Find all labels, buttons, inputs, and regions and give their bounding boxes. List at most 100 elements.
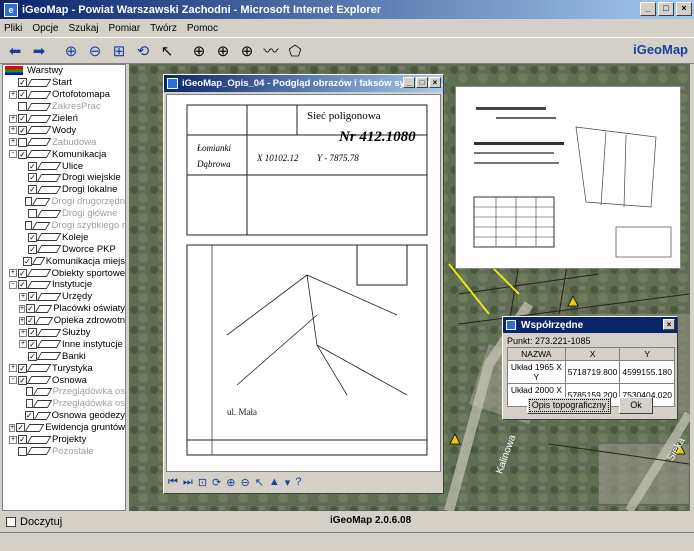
page-select-icon[interactable]: ▾ — [285, 476, 291, 489]
layer-item[interactable]: + ✓ Ortofotomapa — [3, 89, 125, 101]
layer-item[interactable]: Drogi drugorzędn — [3, 196, 125, 208]
layer-item[interactable]: + ✓ Zieleń — [3, 113, 125, 125]
layer-item[interactable]: + ✓ Opieka zdrowotn — [3, 315, 125, 327]
zoom-previous-icon[interactable]: ⟲ — [132, 40, 154, 62]
layer-checkbox[interactable]: ✓ — [28, 328, 37, 338]
pan-icon[interactable]: ↖ — [255, 476, 264, 489]
flip-icon[interactable]: ▲ — [269, 476, 280, 488]
layer-checkbox[interactable]: ✓ — [26, 304, 35, 314]
layer-item[interactable]: + ✓ Projekty — [3, 434, 125, 446]
coordinates-close-button[interactable]: × — [663, 319, 675, 330]
menu-item-pomiar[interactable]: Pomiar — [108, 23, 140, 34]
layer-item[interactable]: + ✓ Wody — [3, 124, 125, 136]
layer-checkbox[interactable]: ✓ — [16, 423, 26, 433]
zoom-in-icon[interactable]: ⊕ — [226, 476, 235, 489]
menu-item-pomoc[interactable]: Pomoc — [187, 23, 218, 34]
layer-item[interactable]: + ✓ Urzędy — [3, 291, 125, 303]
layer-item[interactable]: - ✓ Osnowa — [3, 374, 125, 386]
layer-checkbox[interactable]: ✓ — [28, 292, 37, 302]
layer-item[interactable]: ✓ Osnowa geodezy — [3, 410, 125, 422]
photo-maximize-button[interactable]: □ — [416, 77, 428, 88]
opis-topograficzny-button[interactable]: Opis topograficzny — [527, 397, 611, 414]
layer-checkbox[interactable] — [28, 209, 37, 219]
layer-item[interactable]: ✓ Ulice — [3, 160, 125, 172]
layer-checkbox[interactable]: ✓ — [28, 185, 37, 195]
fit-icon[interactable]: ⊡ — [198, 476, 207, 489]
layer-expand-toggle[interactable]: + — [9, 138, 17, 147]
layer-item[interactable]: ✓ Drogi lokalne — [3, 184, 125, 196]
layer-item[interactable]: + ✓ Ewidencja gruntów — [3, 422, 125, 434]
zoom-out-icon[interactable]: ⊖ — [84, 40, 106, 62]
back-arrow-icon[interactable]: ⬅ — [4, 40, 26, 62]
layer-expand-toggle[interactable]: - — [9, 150, 17, 159]
measure-point-icon[interactable]: ⊕ — [188, 40, 210, 62]
scanned-document-view[interactable]: ul. Mała Sieć poligonowa Nr 412.1080 Łom… — [166, 94, 441, 472]
layer-expand-toggle[interactable]: + — [19, 316, 26, 325]
layer-expand-toggle[interactable]: + — [19, 328, 27, 337]
layer-item[interactable]: Warstwy — [3, 65, 125, 77]
layer-expand-toggle[interactable]: + — [9, 126, 17, 135]
ok-button[interactable]: Ok — [619, 397, 653, 414]
photo-minimize-button[interactable]: _ — [403, 77, 415, 88]
layer-expand-toggle[interactable]: + — [9, 90, 17, 99]
layer-item[interactable]: ZakresPrac — [3, 101, 125, 113]
layer-checkbox[interactable]: ✓ — [23, 256, 32, 266]
layer-item[interactable]: + ✓ Służby — [3, 327, 125, 339]
layer-expand-toggle[interactable]: + — [19, 304, 26, 313]
layer-item[interactable]: ✓ Start — [3, 77, 125, 89]
photo-close-button[interactable]: × — [429, 77, 441, 88]
layer-item[interactable]: ✓ Koleje — [3, 231, 125, 243]
zoom-extent-icon[interactable]: ⊞ — [108, 40, 130, 62]
layer-checkbox[interactable] — [18, 102, 27, 112]
layer-checkbox[interactable]: ✓ — [18, 435, 27, 445]
map-document-thumbnail[interactable] — [455, 86, 681, 269]
layer-item[interactable]: Przeglądówka os — [3, 398, 125, 410]
layer-item[interactable]: ✓ Dworce PKP — [3, 243, 125, 255]
layer-item[interactable]: Przeglądówka os — [3, 386, 125, 398]
menu-item-szukaj[interactable]: Szukaj — [68, 23, 98, 34]
layer-checkbox[interactable]: ✓ — [18, 78, 27, 88]
layer-expand-toggle[interactable]: + — [9, 435, 17, 444]
layer-item[interactable]: + ✓ Inne instytucje — [3, 338, 125, 350]
layer-expand-toggle[interactable]: + — [9, 364, 17, 373]
layer-item[interactable]: Pozostałe — [3, 446, 125, 458]
layer-item[interactable]: Drogi szybkiego r — [3, 220, 125, 232]
minimize-button[interactable]: _ — [640, 2, 656, 16]
zoom-in-icon[interactable]: ⊕ — [60, 40, 82, 62]
layer-item[interactable]: ✓ Banki — [3, 350, 125, 362]
layer-expand-toggle[interactable]: + — [9, 423, 16, 432]
polygon-icon[interactable]: ⬠ — [284, 40, 306, 62]
measure-area-icon[interactable]: ⊕ — [236, 40, 258, 62]
layer-item[interactable]: + Zabudowa — [3, 136, 125, 148]
layer-expand-toggle[interactable]: - — [9, 280, 17, 289]
layer-checkbox[interactable]: ✓ — [18, 90, 27, 100]
layer-item[interactable]: + ✓ Obiekty sportowe — [3, 267, 125, 279]
layer-item[interactable]: ✓ Drogi wiejskie — [3, 172, 125, 184]
select-cursor-icon[interactable]: ↖ — [156, 40, 178, 62]
menu-item-tworz[interactable]: Twórz — [150, 23, 177, 34]
layer-item[interactable]: + ✓ Placówki oświaty — [3, 303, 125, 315]
layer-item[interactable]: - ✓ Instytucje — [3, 279, 125, 291]
layer-expand-toggle[interactable]: + — [9, 114, 17, 123]
forward-arrow-icon[interactable]: ➡ — [28, 40, 50, 62]
layer-item[interactable]: + ✓ Turystyka — [3, 362, 125, 374]
layer-item[interactable]: ✓ Komunikacja miejs — [3, 255, 125, 267]
measure-distance-icon[interactable]: ⊕ — [212, 40, 234, 62]
layer-expand-toggle[interactable]: - — [9, 376, 17, 385]
polyline-icon[interactable]: 〰 — [260, 40, 282, 62]
layer-checkbox[interactable]: ✓ — [26, 316, 35, 326]
close-button[interactable]: × — [676, 2, 692, 16]
maximize-button[interactable]: □ — [658, 2, 674, 16]
layer-expand-toggle[interactable]: + — [9, 269, 17, 278]
help-icon[interactable]: ? — [295, 476, 301, 488]
layer-expand-toggle[interactable]: + — [19, 292, 27, 301]
layer-checkbox[interactable]: ✓ — [24, 411, 34, 421]
layer-item[interactable]: - ✓ Komunikacja — [3, 148, 125, 160]
prev-icon[interactable]: ⏮ — [168, 476, 178, 489]
rotate-icon[interactable]: ⟳ — [212, 476, 221, 489]
menu-item-opcje[interactable]: Opcje — [32, 23, 58, 34]
doczytuj-checkbox[interactable] — [6, 517, 16, 527]
layer-checkbox[interactable]: ✓ — [17, 268, 27, 278]
layer-item[interactable]: Drogi główne — [3, 208, 125, 220]
layer-checkbox[interactable]: ✓ — [18, 114, 27, 123]
